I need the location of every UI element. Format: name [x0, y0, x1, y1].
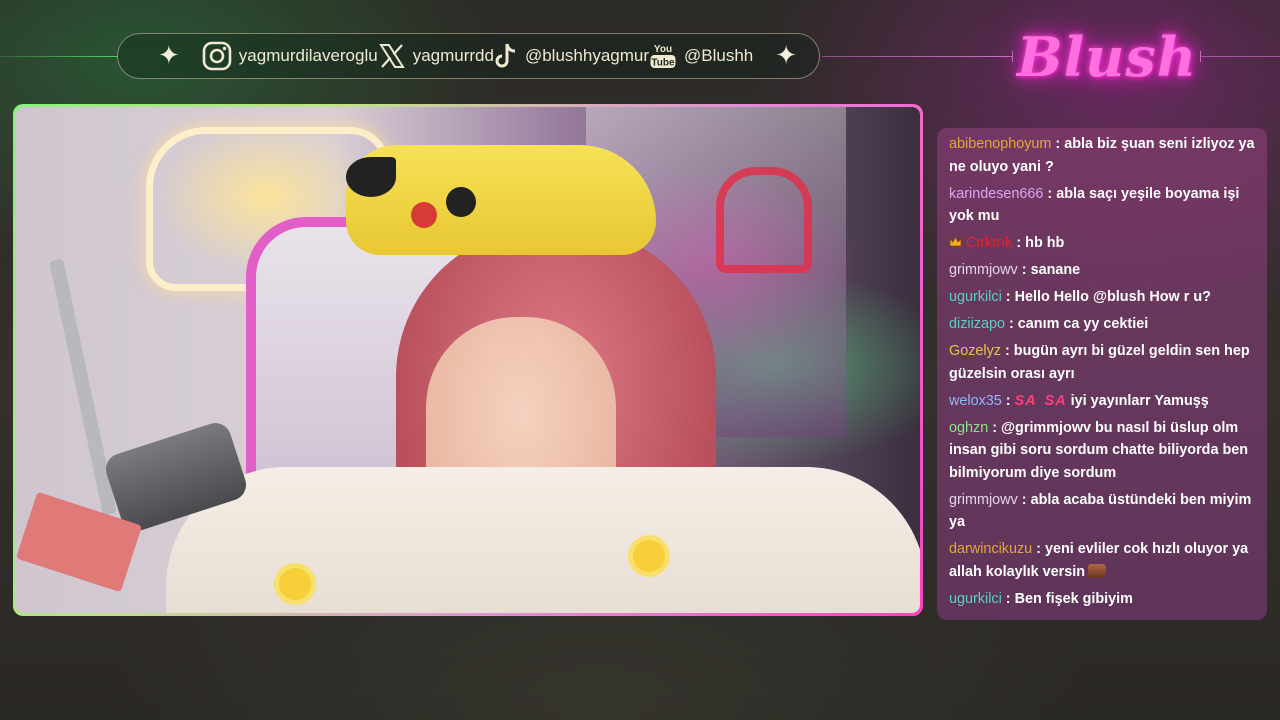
sweater-flower	[274, 563, 316, 605]
social-tiktok: @blushhyagmur	[494, 42, 649, 70]
pikachu-cheek	[411, 202, 437, 228]
social-links-bar: ✦ yagmurdilaveroglu yagmurrdd @blushhyag…	[117, 33, 820, 79]
chat-username: darwincikuzu	[949, 541, 1033, 558]
chat-message: abibenophoyum : abla biz şuan seni izliy…	[949, 136, 1255, 175]
social-x: yagmurrdd	[378, 42, 494, 70]
social-instagram: yagmurdilaveroglu	[202, 41, 378, 71]
chat-message: welox35 : SA SA iyi yayınlarr Yamuşş	[949, 390, 1255, 413]
instagram-icon	[202, 41, 232, 71]
chat-message: grimmjowv : sanane	[949, 262, 1081, 279]
chat-username: grimmjowv	[949, 262, 1018, 279]
chat-message: Gozelyz : bugün ayrı bi güzel geldin sen…	[949, 343, 1250, 382]
chat-text: Hello Hello @blush How r u?	[1014, 289, 1211, 306]
chat-username: Cırkırık	[966, 235, 1013, 252]
webcam-frame	[13, 104, 923, 616]
youtube-icon-text-bottom: Tube	[651, 58, 675, 69]
webcam-video	[16, 107, 920, 613]
chat-message: diziizapo : canım ca yy cektiei	[949, 316, 1149, 333]
pikachu-ear	[346, 157, 396, 197]
chat-message: grimmjowv : abla acaba üstündeki ben miy…	[949, 491, 1252, 531]
chat-text: @grimmjowv bu nasıl bi üslup olm insan g…	[949, 419, 1249, 481]
chat-message: oghzn : @grimmjowv bu nasıl bi üslup olm…	[949, 419, 1249, 481]
crown-icon	[949, 233, 962, 247]
chat-username: Gozelyz	[949, 343, 1001, 360]
decorative-tick	[1200, 51, 1201, 62]
chat-message: ugurkilci : Hello Hello @blush How r u?	[949, 289, 1211, 306]
chat-username: ugurkilci	[949, 289, 1002, 306]
love-decoration	[716, 167, 812, 273]
chat-username: oghzn	[949, 419, 989, 436]
tiktok-icon	[494, 42, 518, 70]
chat-message: ugurkilci : Ben fişek gibiyim	[949, 590, 1133, 607]
chat-message: Cırkırık : hb hb	[949, 232, 1255, 255]
sparkle-icon: ✦	[158, 41, 180, 71]
chat-text: sanane	[1030, 262, 1081, 279]
social-links: yagmurdilaveroglu yagmurrdd @blushhyagmu…	[202, 41, 753, 71]
chat-username: abibenophoyum	[949, 136, 1052, 152]
social-handle: @Blushh	[684, 46, 754, 65]
social-youtube: You Tube @Blushh	[649, 42, 753, 70]
chat-overlay: abibenophoyum : abla biz şuan seni izliy…	[937, 128, 1267, 620]
chat-message: karindesen666 : abla saçı yeşile boyama …	[949, 185, 1240, 225]
chat-username: grimmjowv	[949, 491, 1018, 508]
x-icon	[378, 42, 406, 70]
chat-text: iyi yayınlarr Yamuşş	[1070, 392, 1209, 409]
chat-username: karindesen666	[949, 185, 1044, 202]
decorative-line-right	[1200, 56, 1280, 57]
sparkle-icon: ✦	[775, 41, 798, 71]
chat-text: hb hb	[1025, 235, 1065, 252]
sa-emote: SA	[1044, 392, 1067, 409]
decorative-tick	[1012, 51, 1013, 62]
decorative-line-middle	[822, 56, 1012, 57]
chat-text: canım ca yy cektiei	[1017, 316, 1149, 333]
chat-text: Ben fişek gibiyim	[1014, 590, 1133, 607]
chat-message: darwincikuzu : yeni evliler cok hızlı ol…	[949, 541, 1249, 580]
chat-username: ugurkilci	[949, 590, 1002, 607]
social-handle: yagmurrdd	[412, 46, 494, 65]
youtube-icon: You Tube	[649, 42, 677, 70]
sweater-flower	[628, 535, 670, 577]
emote-icon	[1088, 564, 1106, 578]
chat-username: welox35	[949, 392, 1002, 409]
youtube-icon-text-top: You	[654, 44, 672, 55]
social-handle: yagmurdilaveroglu	[238, 46, 378, 65]
decorative-line-left	[0, 56, 118, 57]
social-handle: @blushhyagmur	[524, 46, 650, 65]
sa-emote: SA	[1014, 392, 1037, 409]
channel-logo: Blush	[1016, 25, 1198, 89]
chat-username: diziizapo	[949, 316, 1005, 333]
pikachu-eye	[446, 187, 476, 217]
